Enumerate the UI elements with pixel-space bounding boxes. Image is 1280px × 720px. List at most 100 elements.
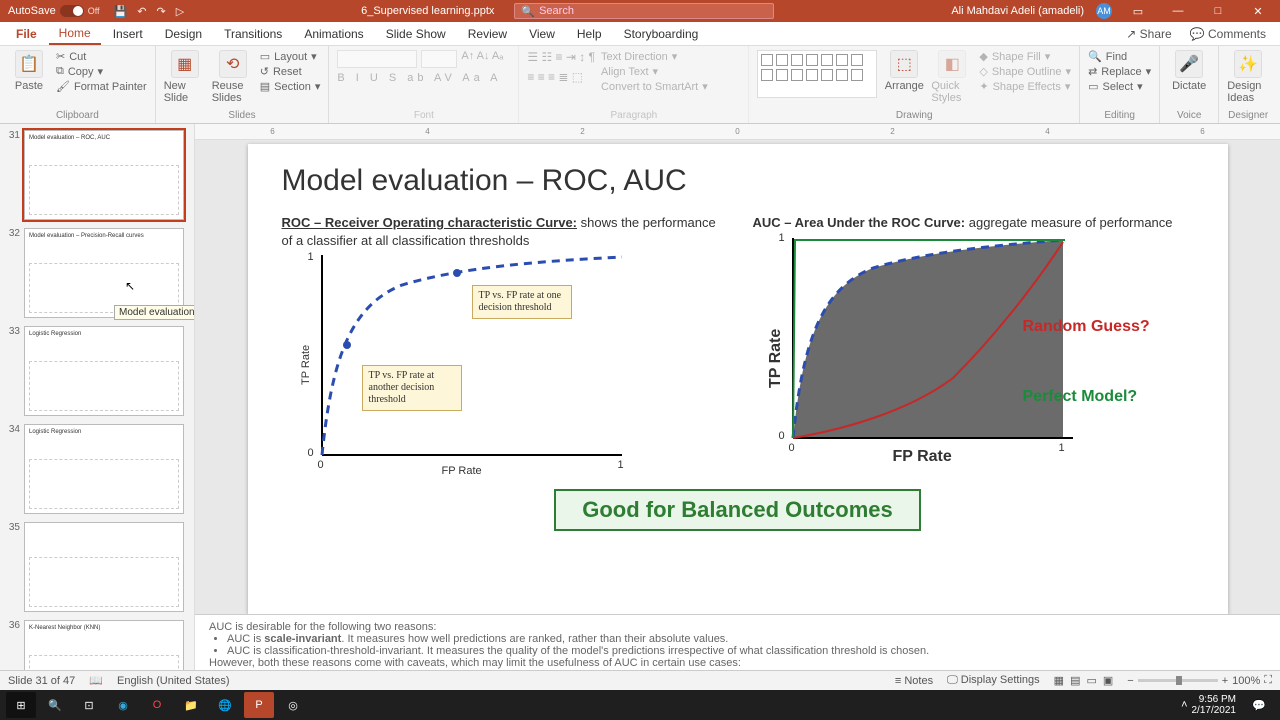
minimize-icon[interactable]: — bbox=[1164, 5, 1192, 17]
start-button[interactable]: ⊞ bbox=[6, 692, 36, 718]
copy-button[interactable]: ⧉ Copy ▾ bbox=[56, 65, 147, 78]
convert-smartart-button[interactable]: Convert to SmartArt ▾ bbox=[601, 80, 708, 93]
title-bar: AutoSave Off 💾 ↶ ↷ ▷ 6_Supervised learni… bbox=[0, 0, 1280, 22]
status-bar: Slide 31 of 47 📖 English (United States)… bbox=[0, 670, 1280, 690]
language-button[interactable]: English (United States) bbox=[117, 675, 230, 687]
slide-position: Slide 31 of 47 bbox=[8, 675, 75, 687]
thumbnail-tooltip: Model evaluation – Precision-R... bbox=[114, 305, 195, 320]
roc-description: ROC – Receiver Operating characteristic … bbox=[282, 214, 723, 249]
taskbar-obs-icon[interactable]: ◎ bbox=[278, 692, 308, 718]
design-ideas-button[interactable]: ✨Design Ideas bbox=[1227, 50, 1269, 104]
taskbar-opera-icon[interactable]: O bbox=[142, 692, 172, 718]
thumbnail-31[interactable]: Model evaluation – ROC, AUC bbox=[24, 130, 184, 220]
taskbar-clock[interactable]: 9:56 PM2/17/2021 bbox=[1192, 694, 1241, 716]
thumbnail-34[interactable]: Logistic Regression bbox=[24, 424, 184, 514]
taskbar-chrome-icon[interactable]: 🌐 bbox=[210, 692, 240, 718]
taskbar-search-icon[interactable]: 🔍 bbox=[40, 692, 70, 718]
callout-2: TP vs. FP rate at another decision thres… bbox=[362, 365, 462, 411]
windows-taskbar: ⊞ 🔍 ⊡ ◉ O 📁 🌐 P ◎ ˄ 9:56 PM2/17/2021 💬 bbox=[0, 690, 1280, 720]
slideshow-icon[interactable]: ▷ bbox=[176, 5, 184, 18]
layout-button[interactable]: ▭ Layout ▾ bbox=[260, 50, 321, 63]
tab-transitions[interactable]: Transitions bbox=[214, 24, 292, 44]
sorter-view-icon[interactable]: ▤ bbox=[1070, 674, 1080, 687]
notifications-icon[interactable]: 💬 bbox=[1244, 692, 1274, 718]
notes-pane[interactable]: AUC is desirable for the following two r… bbox=[195, 614, 1280, 670]
replace-button[interactable]: ⇄ Replace ▾ bbox=[1088, 65, 1151, 78]
task-view-icon[interactable]: ⊡ bbox=[74, 692, 104, 718]
tab-home[interactable]: Home bbox=[49, 23, 101, 45]
group-label-paragraph: Paragraph bbox=[527, 108, 740, 121]
zoom-out-icon[interactable]: − bbox=[1127, 675, 1133, 687]
search-box[interactable]: 🔍 Search bbox=[514, 3, 774, 19]
cursor-icon: ↖ bbox=[125, 279, 135, 293]
share-button[interactable]: ↗ Share bbox=[1118, 24, 1179, 44]
select-button[interactable]: ▭ Select ▾ bbox=[1088, 80, 1151, 93]
slideshow-view-icon[interactable]: ▣ bbox=[1103, 674, 1113, 687]
tab-slideshow[interactable]: Slide Show bbox=[376, 24, 456, 44]
annotation-perfect-model: Perfect Model? bbox=[1023, 388, 1138, 406]
save-icon[interactable]: 💾 bbox=[114, 5, 128, 18]
slide-thumbnail-panel[interactable]: 31 Model evaluation – ROC, AUC 32 Model … bbox=[0, 124, 195, 670]
taskbar-powerpoint-icon[interactable]: P bbox=[244, 692, 274, 718]
new-slide-button[interactable]: ▦New Slide bbox=[164, 50, 206, 104]
arrange-button[interactable]: ⬚Arrange bbox=[883, 50, 925, 92]
spell-check-icon[interactable]: 📖 bbox=[89, 674, 103, 687]
tab-view[interactable]: View bbox=[519, 24, 565, 44]
paste-button[interactable]: 📋Paste bbox=[8, 50, 50, 92]
cut-button[interactable]: ✂ Cut bbox=[56, 50, 147, 63]
undo-icon[interactable]: ↶ bbox=[137, 5, 146, 18]
tab-file[interactable]: File bbox=[6, 24, 47, 44]
taskbar-edge-icon[interactable]: ◉ bbox=[108, 692, 138, 718]
slide-title: Model evaluation – ROC, AUC bbox=[282, 164, 1194, 198]
ribbon-display-icon[interactable]: ▭ bbox=[1124, 5, 1152, 18]
display-settings-button[interactable]: 🖵 Display Settings bbox=[947, 674, 1040, 687]
format-painter-button[interactable]: 🖌 Format Painter bbox=[56, 80, 147, 93]
fit-window-icon[interactable]: ⛶ bbox=[1264, 674, 1272, 687]
section-button[interactable]: ▤ Section ▾ bbox=[260, 80, 321, 93]
shape-effects-button[interactable]: ✦ Shape Effects ▾ bbox=[979, 80, 1071, 93]
tab-design[interactable]: Design bbox=[155, 24, 212, 44]
slide-canvas[interactable]: Model evaluation – ROC, AUC ROC – Receiv… bbox=[248, 144, 1228, 614]
taskbar-explorer-icon[interactable]: 📁 bbox=[176, 692, 206, 718]
reset-button[interactable]: ↺ Reset bbox=[260, 65, 321, 78]
shape-fill-button[interactable]: ◆ Shape Fill ▾ bbox=[979, 50, 1071, 63]
search-icon: 🔍 bbox=[521, 5, 535, 18]
text-direction-button[interactable]: Text Direction ▾ bbox=[601, 50, 708, 63]
thumbnail-35[interactable] bbox=[24, 522, 184, 612]
tab-storyboarding[interactable]: Storyboarding bbox=[614, 24, 709, 44]
dictate-button[interactable]: 🎤Dictate bbox=[1168, 50, 1210, 92]
reading-view-icon[interactable]: ▭ bbox=[1086, 674, 1096, 687]
zoom-level[interactable]: 100% bbox=[1232, 675, 1260, 687]
comments-button[interactable]: 💬 Comments bbox=[1182, 24, 1274, 44]
shape-outline-button[interactable]: ◇ Shape Outline ▾ bbox=[979, 65, 1071, 78]
ribbon: 📋Paste ✂ Cut ⧉ Copy ▾ 🖌 Format Painter C… bbox=[0, 46, 1280, 124]
autosave-toggle[interactable]: AutoSave Off bbox=[8, 5, 100, 17]
normal-view-icon[interactable]: ▦ bbox=[1054, 674, 1064, 687]
maximize-icon[interactable]: □ bbox=[1204, 5, 1232, 17]
tray-chevron-icon[interactable]: ˄ bbox=[1181, 699, 1187, 711]
shapes-gallery[interactable] bbox=[757, 50, 877, 98]
tab-help[interactable]: Help bbox=[567, 24, 612, 44]
document-title: 6_Supervised learning.pptx bbox=[361, 5, 494, 17]
find-button[interactable]: 🔍 Find bbox=[1088, 50, 1151, 63]
notes-button[interactable]: ≡ Notes bbox=[895, 675, 933, 687]
tab-animations[interactable]: Animations bbox=[294, 24, 373, 44]
reuse-slides-button[interactable]: ⟲Reuse Slides bbox=[212, 50, 254, 104]
quick-styles-button[interactable]: ◧Quick Styles bbox=[931, 50, 973, 104]
zoom-in-icon[interactable]: + bbox=[1222, 675, 1228, 687]
redo-icon[interactable]: ↷ bbox=[156, 5, 165, 18]
thumbnail-33[interactable]: Logistic Regression bbox=[24, 326, 184, 416]
user-avatar[interactable]: AM bbox=[1096, 3, 1112, 19]
roc-chart: 0 1 0 1 FP Rate TP Rate TP vs. FP rate a… bbox=[282, 255, 723, 485]
zoom-slider[interactable] bbox=[1138, 679, 1218, 682]
tab-insert[interactable]: Insert bbox=[103, 24, 153, 44]
close-icon[interactable]: ✕ bbox=[1244, 5, 1272, 18]
thumbnail-36[interactable]: K-Nearest Neighbor (KNN) bbox=[24, 620, 184, 670]
callout-1: TP vs. FP rate at one decision threshold bbox=[472, 285, 572, 319]
user-name[interactable]: Ali Mahdavi Adeli (amadeli) bbox=[951, 5, 1084, 17]
group-label-font: Font bbox=[337, 108, 510, 121]
group-label-clipboard: Clipboard bbox=[8, 108, 147, 121]
tab-review[interactable]: Review bbox=[458, 24, 517, 44]
group-label-editing: Editing bbox=[1088, 108, 1151, 121]
align-text-button[interactable]: Align Text ▾ bbox=[601, 65, 708, 78]
